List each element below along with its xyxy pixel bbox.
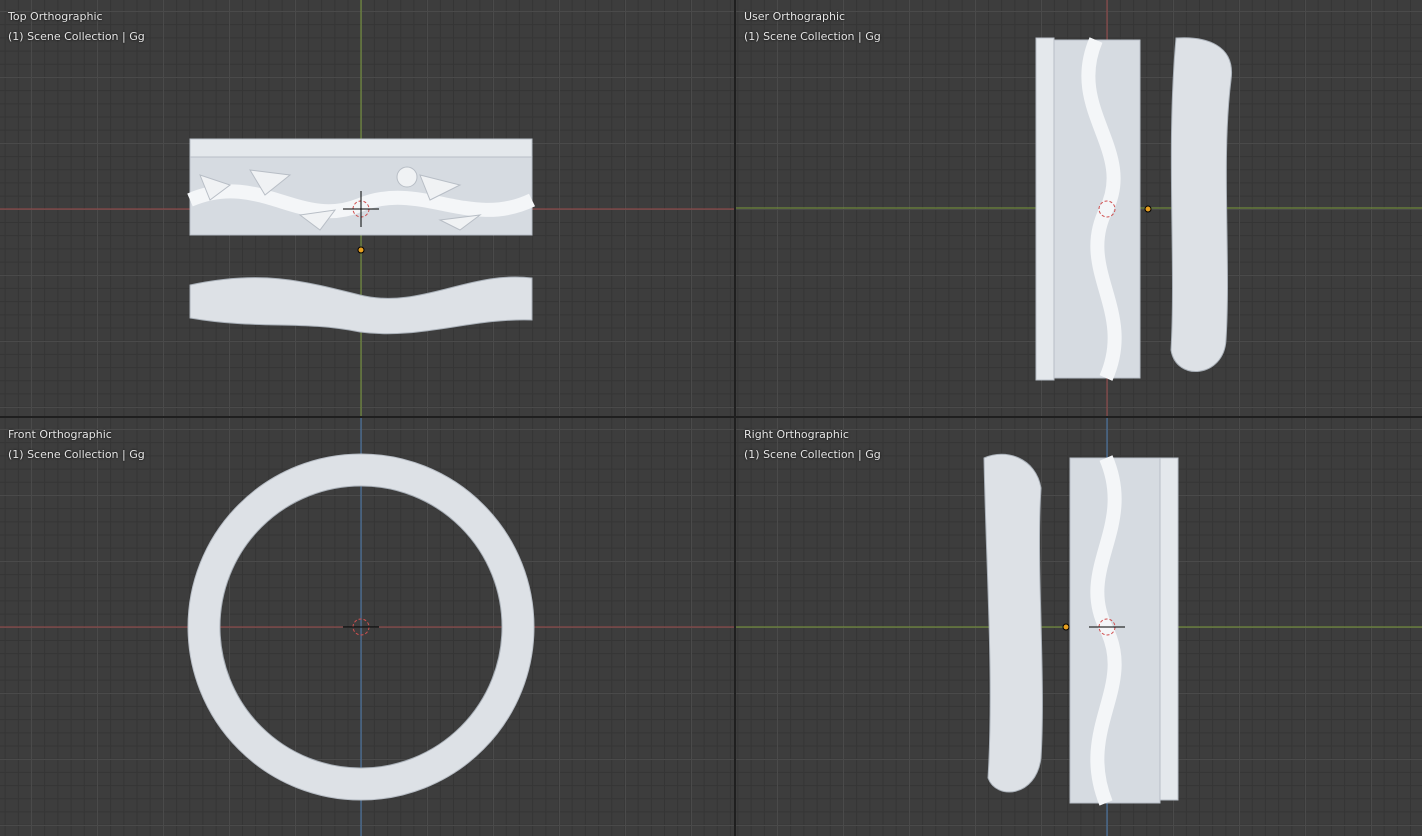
- viewport-front-orthographic[interactable]: Front Orthographic (1) Scene Collection …: [0, 418, 734, 836]
- origin-dot: [357, 246, 365, 254]
- ring-floral: [1035, 37, 1141, 381]
- origin-dot: [1144, 205, 1152, 213]
- viewport-right-orthographic[interactable]: Right Orthographic (1) Scene Collection …: [736, 418, 1422, 836]
- view-label: Top Orthographic: [8, 10, 103, 23]
- scene-right: [736, 418, 1422, 836]
- viewport-user-orthographic[interactable]: User Orthographic (1) Scene Collection |…: [736, 0, 1422, 416]
- ring-textured: [1170, 37, 1232, 373]
- collection-label: (1) Scene Collection | Gg: [8, 30, 145, 43]
- origin-dot: [1062, 623, 1070, 631]
- scene-front: [0, 418, 734, 836]
- collection-label: (1) Scene Collection | Gg: [744, 448, 881, 461]
- viewport-top-orthographic[interactable]: Top Orthographic (1) Scene Collection | …: [0, 0, 734, 416]
- ring-floral: [1069, 455, 1179, 806]
- view-label: User Orthographic: [744, 10, 846, 23]
- view-label: Right Orthographic: [744, 428, 849, 441]
- collection-label: (1) Scene Collection | Gg: [744, 30, 881, 43]
- view-label: Front Orthographic: [8, 428, 112, 441]
- collection-label: (1) Scene Collection | Gg: [8, 448, 145, 461]
- scene-user: [736, 0, 1422, 416]
- scene-top: [0, 0, 734, 416]
- ring-textured: [983, 453, 1043, 793]
